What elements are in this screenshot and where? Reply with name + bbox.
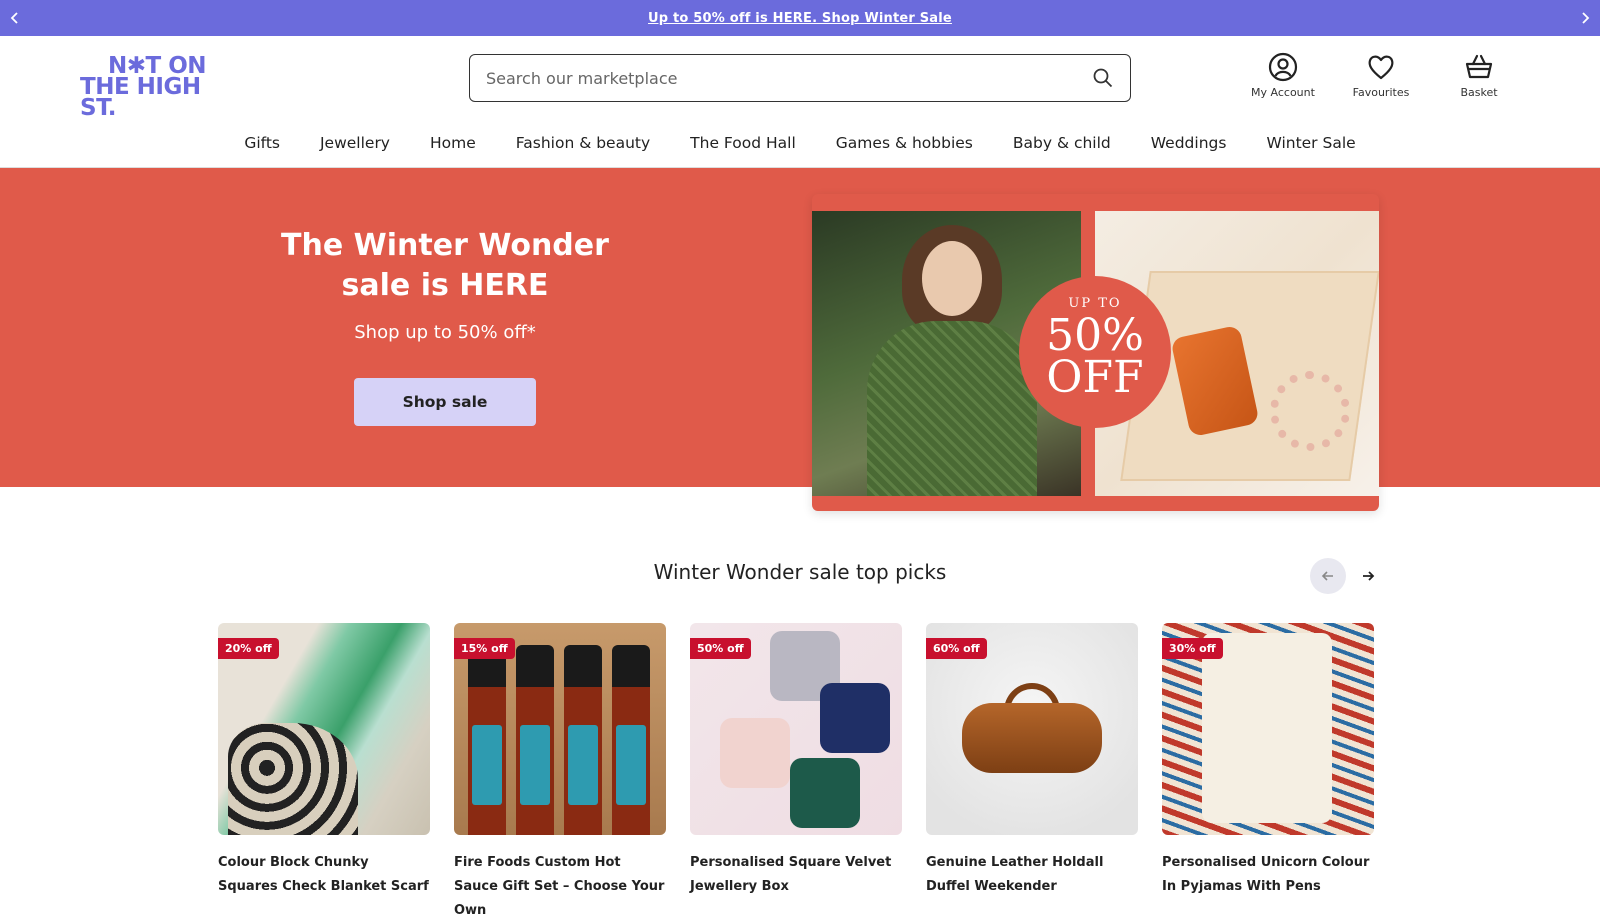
nav-gifts[interactable]: Gifts	[244, 134, 280, 152]
shop-sale-button[interactable]: Shop sale	[354, 378, 536, 426]
product-image[interactable]: 20% off	[218, 623, 430, 835]
product-card[interactable]: 15% off Fire Foods Custom Hot Sauce Gift…	[454, 623, 666, 923]
badge-upto: UP TO	[1068, 296, 1122, 311]
logo-line-2: THE HIGH ST.	[80, 74, 201, 121]
hero-title: The Winter Wonder sale is HERE	[281, 228, 609, 303]
favourites-button[interactable]: Favourites	[1342, 52, 1420, 99]
product-name[interactable]: Fire Foods Custom Hot Sauce Gift Set – C…	[454, 851, 666, 923]
promo-next-chevron-right-icon[interactable]	[1574, 7, 1596, 29]
promo-link[interactable]: Up to 50% off is HERE. Shop Winter Sale	[648, 11, 952, 26]
discount-tag: 60% off	[926, 638, 987, 659]
nav-baby-child[interactable]: Baby & child	[1013, 134, 1111, 152]
category-nav: Gifts Jewellery Home Fashion & beauty Th…	[0, 118, 1600, 168]
hero-image[interactable]: UP TO 50% OFF	[812, 194, 1379, 511]
nav-weddings[interactable]: Weddings	[1151, 134, 1227, 152]
site-logo[interactable]: N✱T ON THE HIGH ST.	[80, 55, 240, 120]
basket-button[interactable]: Basket	[1440, 52, 1518, 99]
nav-games-hobbies[interactable]: Games & hobbies	[836, 134, 973, 152]
product-image-detail	[720, 718, 790, 788]
account-icon	[1268, 52, 1298, 82]
product-image-detail	[962, 703, 1102, 773]
product-image[interactable]: 30% off	[1162, 623, 1374, 835]
arrow-right-icon	[1363, 571, 1375, 581]
search-bar	[469, 54, 1131, 102]
carousel-next-button[interactable]	[1350, 558, 1386, 594]
product-image-detail	[564, 645, 602, 835]
product-image[interactable]: 60% off	[926, 623, 1138, 835]
basket-icon	[1465, 54, 1493, 79]
badge-percent: 50%	[1046, 310, 1144, 361]
promo-bar: Up to 50% off is HERE. Shop Winter Sale	[0, 0, 1600, 36]
nav-fashion-beauty[interactable]: Fashion & beauty	[516, 134, 650, 152]
basket-label: Basket	[1460, 86, 1498, 99]
nav-winter-sale[interactable]: Winter Sale	[1266, 134, 1355, 152]
site-header: N✱T ON THE HIGH ST. My Account Favourite…	[0, 36, 1600, 120]
promo-prev-chevron-left-icon[interactable]	[4, 7, 26, 29]
nav-food-hall[interactable]: The Food Hall	[690, 134, 796, 152]
header-actions: My Account Favourites Basket	[1244, 52, 1518, 99]
product-name[interactable]: Personalised Unicorn Colour In Pyjamas W…	[1162, 851, 1374, 899]
hero-banner: The Winter Wonder sale is HERE Shop up t…	[0, 168, 1600, 511]
product-card[interactable]: 20% off Colour Block Chunky Squares Chec…	[218, 623, 430, 923]
product-list: 20% off Colour Block Chunky Squares Chec…	[218, 623, 1374, 923]
discount-tag: 30% off	[1162, 638, 1223, 659]
hero-text: The Winter Wonder sale is HERE Shop up t…	[260, 226, 630, 426]
product-image-detail	[612, 645, 650, 835]
product-card[interactable]: 60% off Genuine Leather Holdall Duffel W…	[926, 623, 1138, 923]
hero-photo-face	[922, 241, 982, 316]
product-image-detail	[468, 645, 506, 835]
product-name[interactable]: Colour Block Chunky Squares Check Blanke…	[218, 851, 430, 899]
discount-tag: 50% off	[690, 638, 751, 659]
product-image[interactable]: 15% off	[454, 623, 666, 835]
product-image-detail	[228, 723, 358, 835]
my-account-label: My Account	[1251, 86, 1315, 99]
product-card[interactable]: 50% off Personalised Square Velvet Jewel…	[690, 623, 902, 923]
badge-off: OFF	[1046, 352, 1144, 403]
product-image[interactable]: 50% off	[690, 623, 902, 835]
arrow-left-icon	[1321, 571, 1333, 581]
discount-badge: UP TO 50% OFF	[1019, 276, 1171, 428]
hero-photo-pyjamas	[867, 321, 1037, 496]
hero-photo-bracelet	[1270, 371, 1350, 451]
product-image-detail	[1202, 633, 1332, 823]
search-icon[interactable]	[1092, 67, 1114, 89]
heart-icon	[1368, 55, 1394, 80]
my-account-button[interactable]: My Account	[1244, 52, 1322, 99]
carousel-controls	[1310, 558, 1386, 594]
product-name[interactable]: Genuine Leather Holdall Duffel Weekender	[926, 851, 1138, 899]
favourites-label: Favourites	[1352, 86, 1410, 99]
product-name[interactable]: Personalised Square Velvet Jewellery Box	[690, 851, 902, 899]
product-image-detail	[790, 758, 860, 828]
hero-subtitle: Shop up to 50% off*	[354, 322, 536, 343]
product-image-detail	[516, 645, 554, 835]
product-image-detail	[820, 683, 890, 753]
discount-tag: 15% off	[454, 638, 515, 659]
discount-tag: 20% off	[218, 638, 279, 659]
product-card[interactable]: 30% off Personalised Unicorn Colour In P…	[1162, 623, 1374, 923]
carousel-prev-button[interactable]	[1310, 558, 1346, 594]
search-input[interactable]	[486, 68, 1092, 88]
nav-home[interactable]: Home	[430, 134, 476, 152]
nav-jewellery[interactable]: Jewellery	[320, 134, 390, 152]
